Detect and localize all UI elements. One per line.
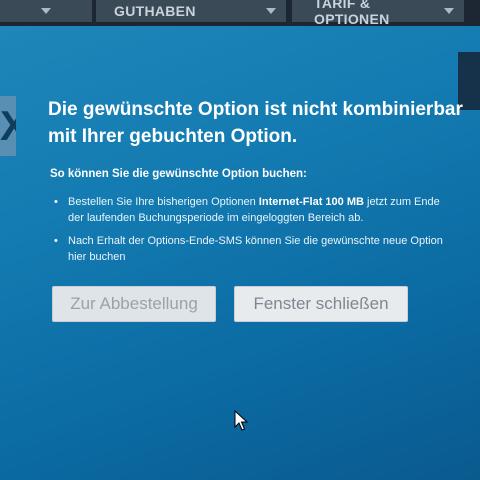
dialog-title: Die gewünschte Option ist nicht kombinie…	[48, 99, 463, 147]
chevron-down-icon	[444, 8, 454, 14]
dialog-subtitle: So können Sie die gewünschte Option buch…	[50, 168, 307, 180]
close-window-button[interactable]: Fenster schließen	[234, 286, 408, 322]
chevron-down-icon	[266, 8, 276, 14]
nav-tab-tarif-optionen[interactable]: TARIF & OPTIONEN	[292, 0, 464, 27]
mouse-cursor-icon	[234, 410, 248, 431]
close-icon[interactable]: X	[0, 96, 16, 156]
nav-tab-guthaben[interactable]: GUTHABEN	[96, 0, 286, 22]
nav-tab-label: TARIF & OPTIONEN	[314, 0, 390, 27]
instruction-list: Bestellen Sie Ihre bisherigen Optionen I…	[50, 194, 450, 272]
chevron-down-icon	[41, 8, 51, 14]
cancel-order-button[interactable]: Zur Abbestellung	[52, 286, 216, 322]
list-item: Bestellen Sie Ihre bisherigen Optionen I…	[50, 194, 450, 226]
nav-tab-label: GUTHABEN	[114, 3, 196, 19]
nav-tab-menu[interactable]	[0, 0, 92, 22]
list-item: Nach Erhalt der Options-Ende-SMS können …	[50, 233, 450, 265]
bullet-text: Bestellen Sie Ihre bisherigen Optionen	[68, 196, 259, 208]
option-name: Internet-Flat 100 MB	[258, 196, 364, 208]
